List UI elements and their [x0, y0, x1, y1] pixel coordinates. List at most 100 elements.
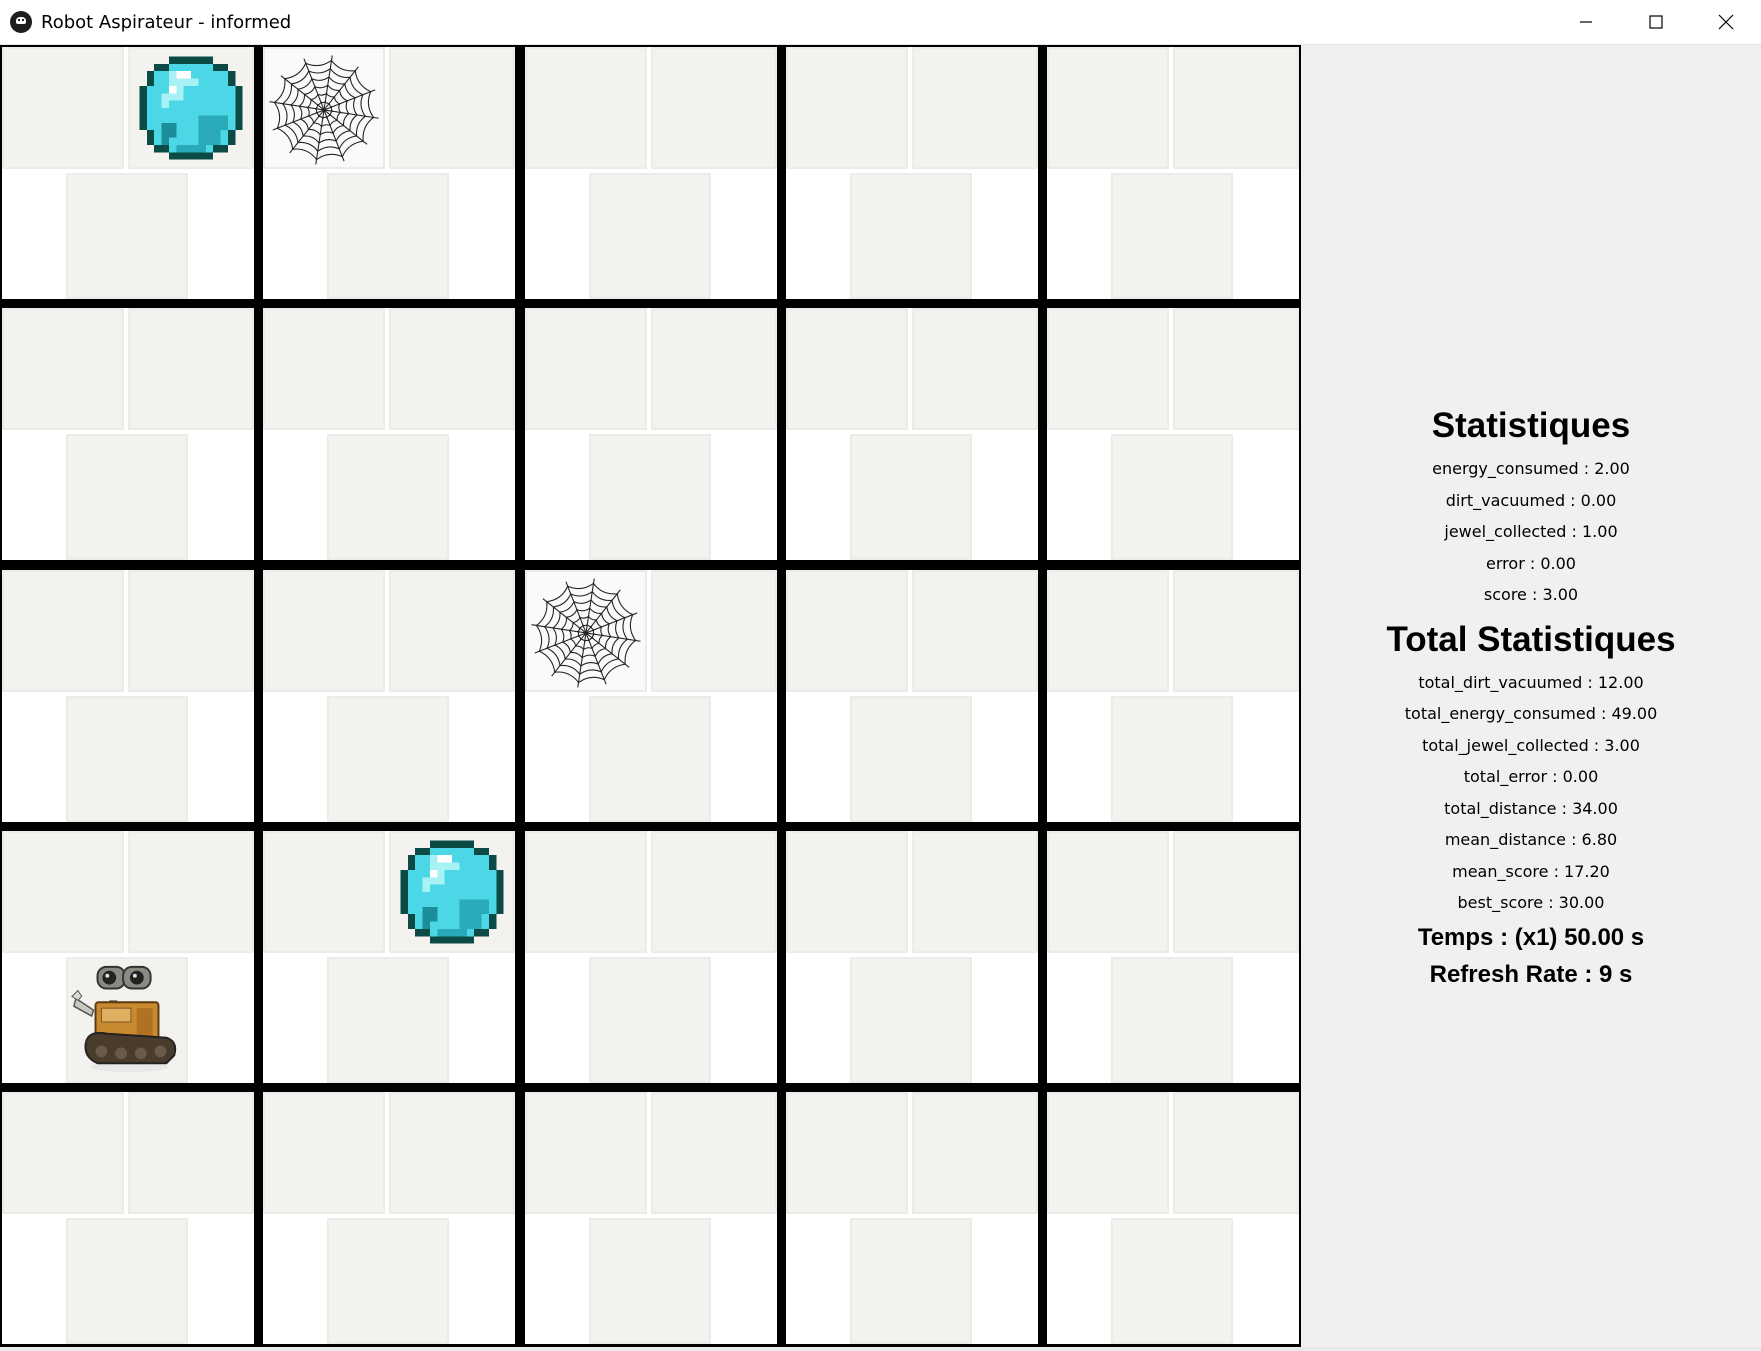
close-button[interactable] [1691, 0, 1761, 44]
floor-tile [1111, 957, 1233, 1083]
grid-cell [2, 570, 254, 822]
grid-cell [2, 831, 254, 1083]
floor-tile [912, 570, 1038, 692]
app-icon [10, 11, 32, 33]
stat-best-score: best_score : 30.00 [1457, 893, 1605, 912]
floor-tile [1111, 1218, 1233, 1344]
floor-tile [2, 47, 124, 169]
floor-tile [389, 308, 515, 430]
floor-tile [912, 308, 1038, 430]
floor-tile [389, 570, 515, 692]
time-readout: Temps : (x1) 50.00 s [1417, 923, 1645, 951]
floor-tile [786, 308, 908, 430]
floor-tile [850, 696, 972, 822]
window-controls [1551, 0, 1761, 44]
floor-tile [2, 570, 124, 692]
floor-tile [263, 570, 385, 692]
floor-tile [66, 696, 188, 822]
floor-tile [651, 1092, 777, 1214]
jewel-icon [132, 49, 250, 167]
stat-total-energy-consumed: total_energy_consumed : 49.00 [1404, 704, 1658, 723]
floor-tile [128, 1092, 254, 1214]
floor-tile [1047, 308, 1169, 430]
total-stats-title: Total Statistiques [1386, 619, 1676, 659]
floor-tile [1173, 831, 1299, 953]
grid-cell [263, 570, 515, 822]
grid-cell [525, 1092, 777, 1344]
floor-tile [263, 1092, 385, 1214]
status-strip [0, 1347, 1761, 1351]
floor-tile [912, 1092, 1038, 1214]
minimize-button[interactable] [1551, 0, 1621, 44]
floor-tile [786, 831, 908, 953]
floor-tile [589, 696, 711, 822]
stat-total-jewel-collected: total_jewel_collected : 3.00 [1422, 735, 1640, 755]
stat-jewel-collected: jewel_collected : 1.00 [1444, 522, 1618, 541]
grid-cell [1047, 570, 1299, 822]
floor-tile [1173, 1092, 1299, 1214]
stat-energy-consumed: energy_consumed : 2.00 [1432, 459, 1630, 478]
floor-tile [1111, 173, 1233, 299]
floor-tile [389, 1092, 515, 1214]
floor-tile [327, 173, 449, 299]
minimize-icon [1580, 21, 1592, 23]
floor-tile [912, 47, 1038, 169]
floor-tile [66, 173, 188, 299]
floor-tile [66, 1218, 188, 1344]
cobweb-dirt-icon [527, 572, 645, 690]
floor-tile [589, 1218, 711, 1344]
floor-tile [651, 831, 777, 953]
floor-tile [589, 434, 711, 560]
floor-tile [1111, 696, 1233, 822]
floor-tile [1047, 831, 1169, 953]
cobweb-dirt-icon [265, 49, 383, 167]
floor-tile [327, 957, 449, 1083]
floor-tile [850, 957, 972, 1083]
floor-tile [786, 1092, 908, 1214]
grid-cell [786, 47, 1038, 299]
floor-tile [589, 957, 711, 1083]
jewel-icon [393, 833, 511, 951]
stat-mean-distance: mean_distance : 6.80 [1444, 830, 1618, 849]
floor-tile [1173, 308, 1299, 430]
floor-tile [786, 47, 908, 169]
floor-tile [850, 1218, 972, 1344]
floor-tile [1047, 570, 1169, 692]
floor-tile [786, 570, 908, 692]
grid-cell [2, 308, 254, 560]
grid-cell [786, 831, 1038, 1083]
grid-cell [525, 47, 777, 299]
floor-tile [263, 831, 385, 953]
floor-tile [2, 308, 124, 430]
floor-tile [2, 831, 124, 953]
floor-tile [525, 831, 647, 953]
floor-tile [66, 434, 188, 560]
floor-tile [651, 47, 777, 169]
floor-tile [263, 308, 385, 430]
floor-tile [651, 308, 777, 430]
floor-tile [389, 47, 515, 169]
floor-tile [1047, 47, 1169, 169]
grid-cell [525, 570, 777, 822]
floor-tile [128, 570, 254, 692]
grid-cell [525, 831, 777, 1083]
robot-icon [68, 959, 186, 1077]
grid-cell [525, 308, 777, 560]
floor-tile [327, 1218, 449, 1344]
floor-tile [327, 696, 449, 822]
stat-dirt-vacuumed: dirt_vacuumed : 0.00 [1445, 490, 1617, 510]
floor-tile [128, 308, 254, 430]
grid-cell [786, 570, 1038, 822]
title-bar: Robot Aspirateur - informed [0, 0, 1761, 45]
grid-cell [786, 1092, 1038, 1344]
floor-tile [128, 831, 254, 953]
refresh-rate-readout: Refresh Rate : 9 s [1429, 960, 1633, 988]
floor-tile [1111, 434, 1233, 560]
floor-tile [2, 1092, 124, 1214]
grid-cell [1047, 47, 1299, 299]
grid-cell [263, 308, 515, 560]
grid-cell [2, 47, 254, 299]
stat-mean-score: mean_score : 17.20 [1452, 861, 1610, 881]
game-board [0, 45, 1301, 1347]
maximize-button[interactable] [1621, 0, 1691, 44]
